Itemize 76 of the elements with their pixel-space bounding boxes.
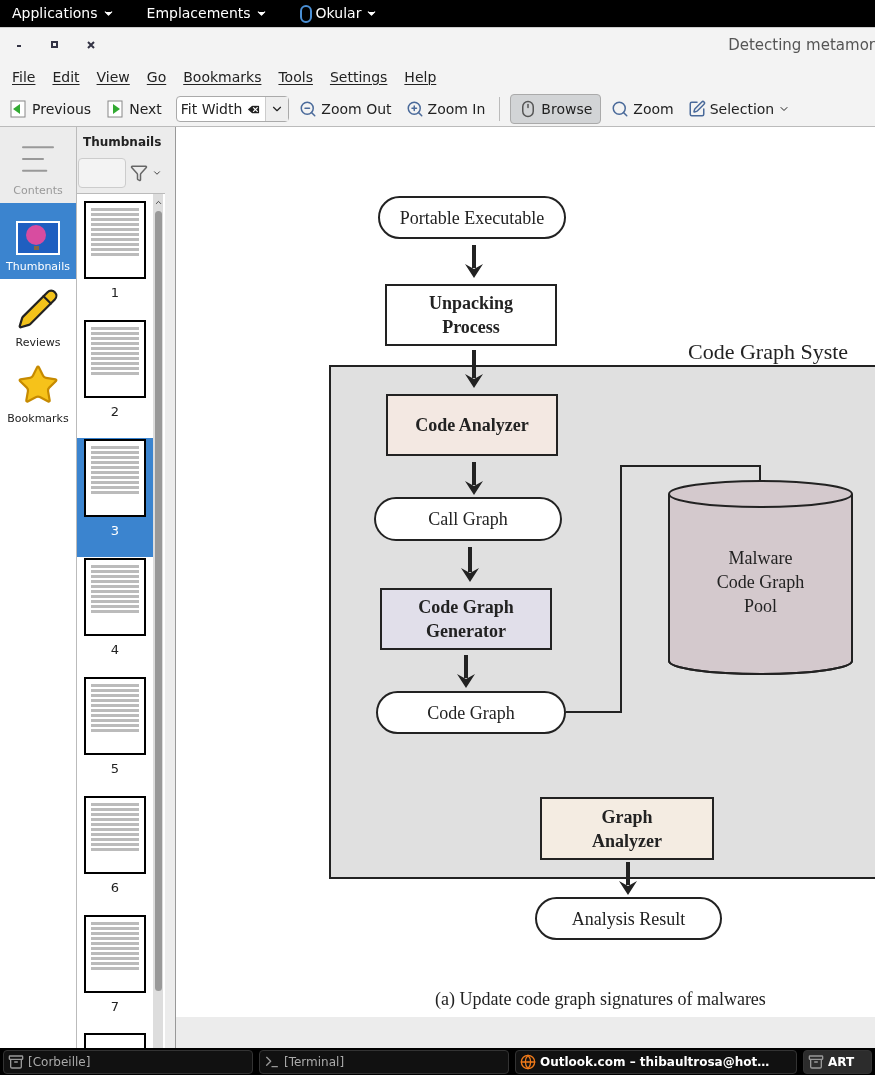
filter-icon[interactable] [130,164,148,182]
taskbar-item[interactable]: Outlook.com – thibaultrosa@hot… [515,1049,797,1074]
zoom-combobox-value: Fit Width [179,99,244,119]
menu-item[interactable]: Help [404,66,437,88]
page-thumbnail[interactable]: 7 [77,914,153,1033]
toolbar-button[interactable]: Zoom [607,94,678,124]
arrow [461,547,479,582]
sidebar-tab[interactable]: Thumbnails [0,203,76,279]
flowchart-process-box: Code Graph Generator [380,588,552,650]
menu-item[interactable]: View [96,66,130,88]
arrow [465,350,483,388]
page-thumbnail[interactable]: 1 [77,200,153,319]
page-number: 3 [110,522,120,540]
selection-pen-icon [687,100,706,118]
okular-logo-icon [299,4,312,23]
zoom-out-icon [299,100,318,118]
scroll-up-icon[interactable] [153,198,163,207]
panel-menu[interactable]: Okular [299,3,379,24]
page-thumbnail[interactable]: 2 [77,319,153,438]
menu-item[interactable]: Edit [52,66,80,88]
magnifier-icon [611,100,630,118]
figure-caption: (a) Update code graph signatures of malwares [435,988,766,1011]
page-number: 2 [110,403,120,421]
toolbar-button[interactable]: Zoom Out [295,94,396,124]
page-thumbnail[interactable]: 4 [77,557,153,676]
toolbar-button[interactable]: Selection [683,94,795,124]
flowchart-terminal-node: Code Graph [376,691,566,734]
flowchart-process-box: Code Analyzer [386,394,558,456]
page-number: 5 [110,760,120,778]
balloon-picture-icon [16,220,60,255]
flowchart-terminal-node: Analysis Result [535,897,722,940]
sidebar-tab[interactable]: Bookmarks [0,355,76,431]
flowchart-process-box: Unpacking Process [385,284,557,346]
arrow [619,862,637,895]
drawer-icon [808,1053,824,1070]
menu-item[interactable]: Bookmarks [183,66,262,88]
system-title: Code Graph Syste [688,338,849,366]
window-title: Detecting metamor [728,34,875,56]
flowchart-process-box: Graph Analyzer [540,797,714,860]
menu-item[interactable]: Tools [278,66,313,88]
taskbar-item[interactable]: [Terminal] [259,1049,509,1074]
toolbar-button[interactable]: Browse [510,94,602,124]
page-number: 4 [110,641,120,659]
taskbar-item[interactable]: [Corbeille] [3,1049,253,1074]
scrollbar[interactable] [153,194,163,1048]
globe-icon [520,1053,536,1070]
panel-menu[interactable]: Applications [12,3,115,24]
search-field[interactable] [78,158,126,188]
menu-item[interactable]: Go [146,66,167,88]
sidebar-tab[interactable]: Reviews [0,279,76,355]
database-cylinder: Malware Code Graph Pool [668,480,853,675]
toolbar-button[interactable]: Zoom In [401,94,490,124]
page-number: 7 [110,998,120,1016]
zoom-in-icon [405,100,424,118]
caret-icon[interactable] [152,168,162,178]
taskbar-item[interactable]: ART [803,1049,872,1074]
page-thumbnail[interactable]: 3 [77,438,153,557]
toolbar-button[interactable]: Next [101,94,166,124]
page-arrow-left-icon [8,99,28,119]
drawer-icon [8,1053,24,1070]
toolbar-button[interactable]: Previous [4,94,96,124]
arrow [457,655,475,688]
page-number: 6 [110,879,120,897]
panel-title: Thumbnails [82,134,163,151]
page-thumbnail[interactable]: 5 [77,676,153,795]
flowchart-terminal-node: Portable Executable [378,196,566,239]
page-thumbnail[interactable]: 6 [77,795,153,914]
menu-item[interactable]: File [12,66,36,88]
page-arrow-right-icon [105,99,126,119]
arrow [465,462,483,495]
arrow [465,245,483,278]
zoom-combobox[interactable]: Fit Width [175,96,290,122]
page-number: 1 [110,284,120,302]
panel-menu[interactable]: Emplacements [146,3,268,24]
flowchart-terminal-node: Call Graph [374,497,562,541]
menu-item[interactable]: Settings [329,66,388,88]
